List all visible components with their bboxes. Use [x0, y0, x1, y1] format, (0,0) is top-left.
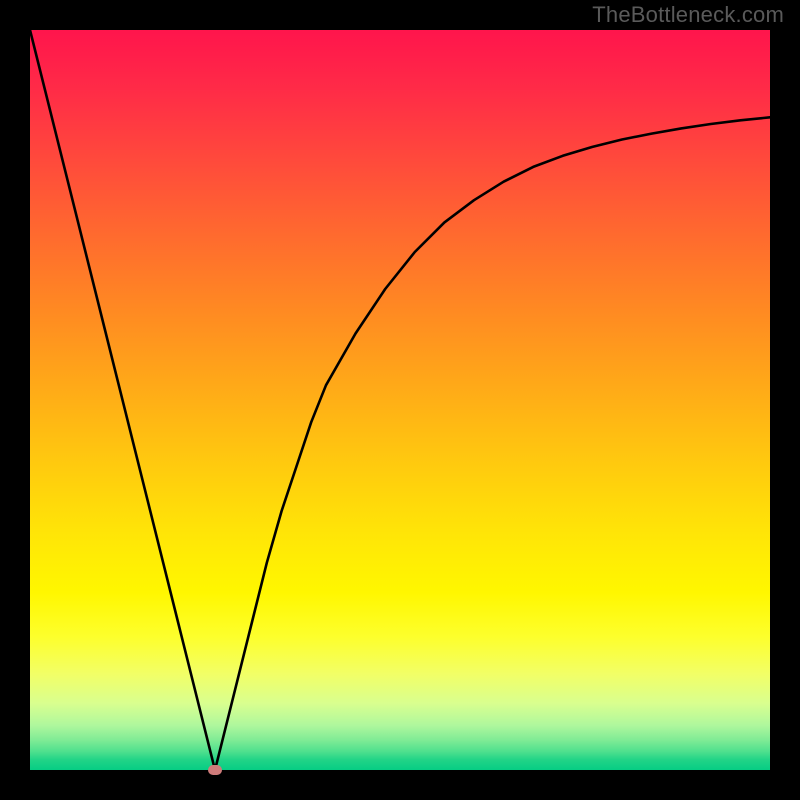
bottleneck-curve: [30, 30, 770, 770]
watermark-text: TheBottleneck.com: [592, 2, 784, 28]
chart-frame: TheBottleneck.com: [0, 0, 800, 800]
curve-path: [30, 30, 770, 770]
dip-marker: [208, 765, 222, 775]
plot-area: [30, 30, 770, 770]
